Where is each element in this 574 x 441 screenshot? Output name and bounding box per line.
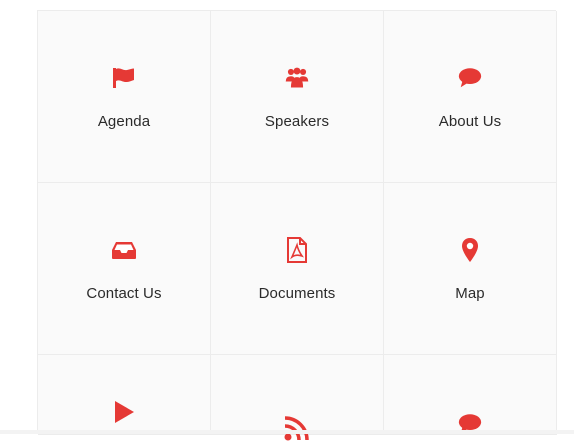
tile-label: Agenda — [97, 113, 151, 130]
tile-speakers[interactable]: Speakers — [211, 11, 384, 183]
rss-icon — [284, 415, 310, 441]
play-icon — [111, 399, 137, 425]
map-marker-icon — [457, 237, 483, 263]
inbox-icon — [111, 237, 137, 263]
tile-label: Map — [455, 285, 485, 302]
tile-agenda[interactable]: Agenda — [38, 11, 211, 183]
tile-label: About Us — [438, 113, 502, 130]
tile-chat[interactable] — [384, 355, 557, 435]
tile-rss[interactable] — [211, 355, 384, 441]
pdf-file-icon — [284, 237, 310, 263]
chat-bubble-icon — [457, 65, 483, 91]
tile-label: Speakers — [264, 113, 330, 130]
users-icon — [284, 65, 310, 91]
tile-about-us[interactable]: About Us — [384, 11, 557, 183]
tile-label: Contact Us — [86, 285, 162, 302]
tile-label: Documents — [258, 285, 336, 302]
flag-icon — [111, 65, 137, 91]
menu-grid: Agenda Speakers About Us Contact Us Docu… — [37, 10, 557, 441]
tile-video[interactable] — [38, 355, 211, 435]
tile-map[interactable]: Map — [384, 183, 557, 355]
tile-contact-us[interactable]: Contact Us — [38, 183, 211, 355]
bottom-edge — [0, 430, 574, 434]
tile-documents[interactable]: Documents — [211, 183, 384, 355]
